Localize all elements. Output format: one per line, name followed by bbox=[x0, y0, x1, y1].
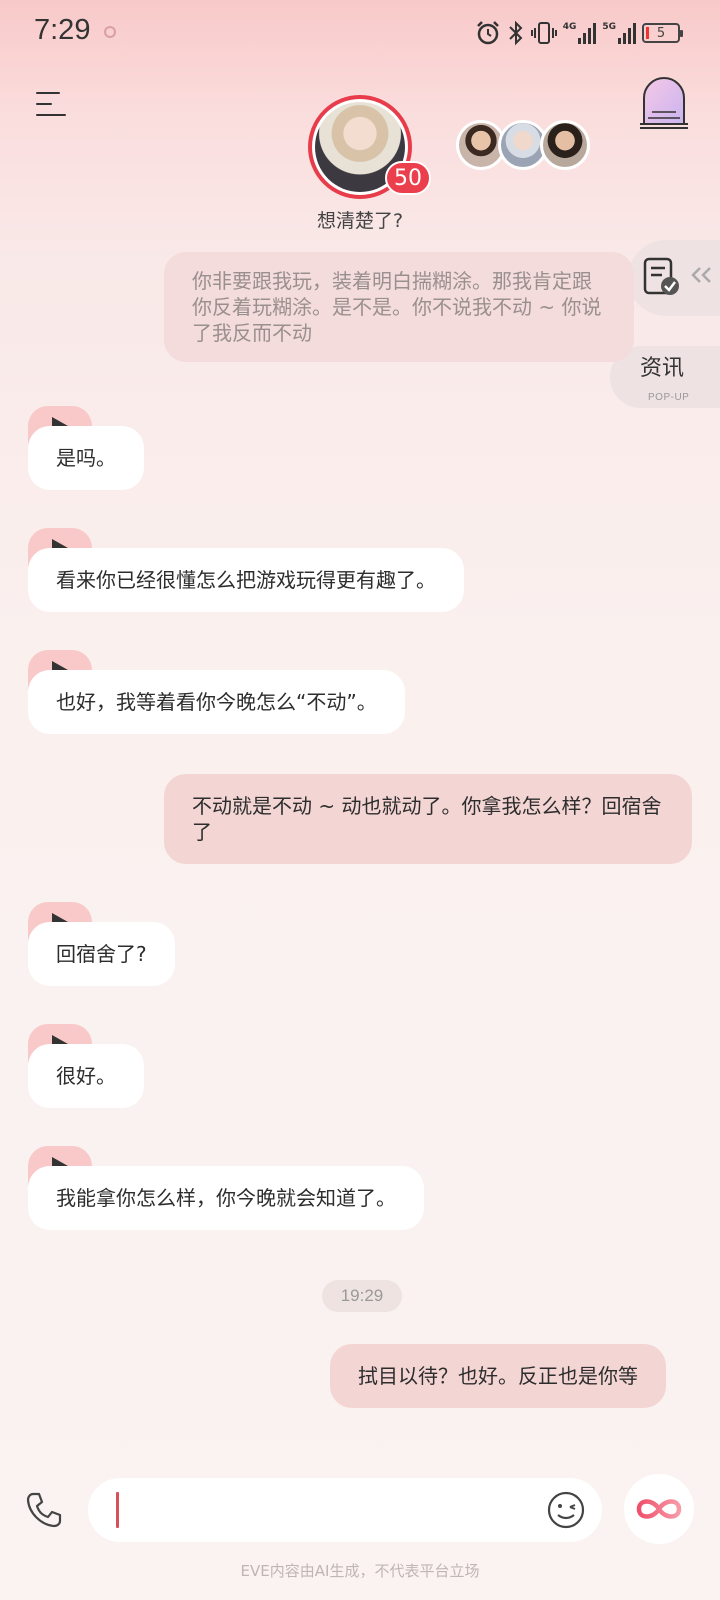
user-message[interactable]: 你非要跟我玩，装着明白揣糊涂。那我肯定跟你反着玩糊涂。是不是。你不说我不动 ~ … bbox=[164, 252, 634, 362]
menu-button[interactable] bbox=[36, 92, 68, 118]
collapse-chevron-icon[interactable] bbox=[690, 266, 714, 284]
checklist-icon bbox=[643, 257, 679, 295]
character-status: 想清楚了? bbox=[316, 210, 404, 232]
ai-message[interactable]: 我能拿你怎么样，你今晚就会知道了。 bbox=[28, 1166, 424, 1230]
user-message[interactable]: 拭目以待？也好。反正也是你等 bbox=[330, 1344, 666, 1408]
infinity-send-button[interactable] bbox=[624, 1474, 694, 1544]
signal-5g-icon: 5G bbox=[602, 22, 636, 44]
notification-dot-icon bbox=[104, 26, 116, 38]
alarm-icon bbox=[476, 21, 499, 45]
message-input[interactable] bbox=[88, 1478, 602, 1542]
avatar[interactable] bbox=[540, 120, 590, 170]
ai-message[interactable]: 回宿舍了? bbox=[28, 922, 175, 986]
ai-message[interactable]: 也好，我等着看你今晚怎么“不动”。 bbox=[28, 670, 405, 734]
emoji-button[interactable] bbox=[546, 1490, 586, 1530]
ai-message[interactable]: 很好。 bbox=[28, 1044, 144, 1108]
level-badge: 50 bbox=[385, 161, 431, 195]
ai-message[interactable]: 是吗。 bbox=[28, 426, 144, 490]
status-bar: 7:29 4G 5G 5 bbox=[0, 0, 720, 68]
ai-disclaimer: EVE内容由AI生成，不代表平台立场 bbox=[240, 1562, 480, 1580]
bluetooth-icon bbox=[508, 20, 523, 46]
battery-icon: 5 bbox=[642, 23, 683, 43]
news-sub-label: POP-UP bbox=[648, 392, 690, 403]
user-message[interactable]: 不动就是不动 ~ 动也就动了。你拿我怎么样？回宿舍了 bbox=[164, 774, 692, 864]
battery-level: 5 bbox=[656, 25, 666, 41]
status-icons: 4G 5G 5 bbox=[475, 18, 683, 48]
other-characters-avatars[interactable] bbox=[456, 120, 590, 170]
time-divider: 19:29 bbox=[322, 1280, 402, 1312]
window-scene-icon[interactable] bbox=[638, 74, 690, 130]
side-task-panel[interactable] bbox=[628, 240, 720, 316]
infinity-icon bbox=[636, 1499, 682, 1519]
signal-4g-icon: 4G bbox=[563, 22, 597, 44]
ai-message[interactable]: 看来你已经很懂怎么把游戏玩得更有趣了。 bbox=[28, 548, 464, 612]
text-cursor bbox=[116, 1492, 119, 1528]
news-label: 资讯 bbox=[640, 356, 685, 381]
status-time: 7:29 bbox=[34, 14, 91, 46]
vibrate-icon bbox=[530, 22, 557, 44]
phone-call-button[interactable] bbox=[24, 1490, 64, 1530]
